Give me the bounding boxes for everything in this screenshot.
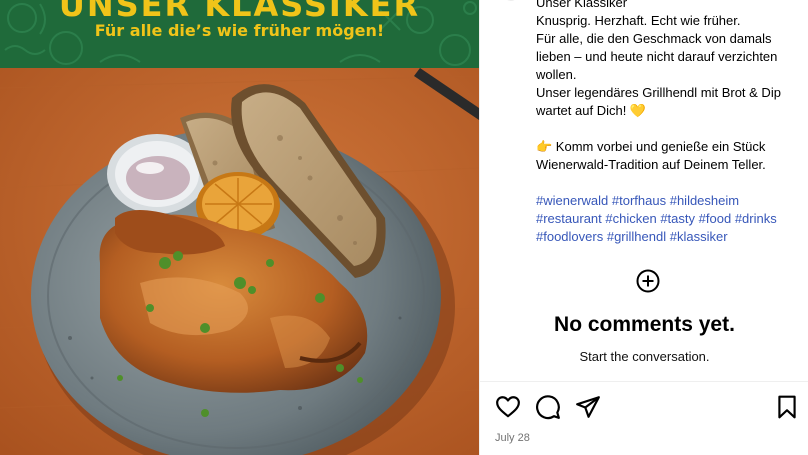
caption-line: Für alle, die den Geschmack von damals: [536, 31, 772, 46]
caption-line: Unser legendäres Grillhendl mit Brot & D…: [536, 85, 781, 100]
caption-line: Wienerwald-Tradition auf Deinem Teller.: [536, 157, 766, 172]
banner-subtitle: Für alle die’s wie früher mögen!: [94, 21, 385, 40]
caption-line: wartet auf Dich! 💛: [536, 103, 647, 118]
hashtag-link[interactable]: #torfhaus: [612, 193, 666, 208]
hashtag-link[interactable]: #restaurant: [536, 211, 602, 226]
no-comments-subtitle: Start the conversation.: [579, 349, 710, 364]
hashtag-link[interactable]: #food: [699, 211, 732, 226]
caption-line: Unser Klassiker: [536, 0, 628, 10]
post-details-panel: Unser Klassiker Knusprig. Herzhaft. Echt…: [479, 0, 808, 455]
post-actions-bar: [480, 394, 808, 422]
bookmark-icon[interactable]: [774, 394, 800, 420]
caption-line: 👉 Komm vorbei und genieße ein Stück: [536, 139, 766, 154]
no-comments-title: No comments yet.: [554, 313, 735, 336]
hashtag-link[interactable]: #chicken: [605, 211, 656, 226]
post-image[interactable]: UNSER KLASSIKER Für alle die’s wie frühe…: [0, 0, 479, 455]
hashtag-link[interactable]: #drinks: [735, 211, 777, 226]
caption-line: lieben – und heute nicht darauf verzicht…: [536, 49, 778, 64]
profile-avatar[interactable]: [498, 0, 524, 4]
hashtag-link[interactable]: #grillhendl: [607, 229, 666, 244]
hashtag-link[interactable]: #wienerwald: [536, 193, 608, 208]
promo-banner: UNSER KLASSIKER Für alle die’s wie frühe…: [0, 0, 479, 68]
share-icon[interactable]: [575, 394, 601, 420]
comment-icon[interactable]: [535, 394, 561, 420]
hashtag-list: #wienerwald #torfhaus #hildesheim #resta…: [536, 192, 804, 246]
post-caption: Unser Klassiker Knusprig. Herzhaft. Echt…: [536, 0, 804, 246]
heart-icon[interactable]: [495, 394, 521, 420]
caption-line: wollen.: [536, 67, 577, 82]
hashtag-link[interactable]: #hildesheim: [670, 193, 739, 208]
hashtag-link[interactable]: #foodlovers: [536, 229, 603, 244]
hashtag-link[interactable]: #klassiker: [670, 229, 728, 244]
add-comment-icon[interactable]: [636, 269, 660, 293]
post-date[interactable]: July 28: [495, 432, 530, 444]
grilled-chicken-photo: [0, 68, 479, 455]
caption-line: Knusprig. Herzhaft. Echt wie früher.: [536, 13, 741, 28]
hashtag-link[interactable]: #tasty: [660, 211, 695, 226]
divider: [480, 381, 808, 382]
